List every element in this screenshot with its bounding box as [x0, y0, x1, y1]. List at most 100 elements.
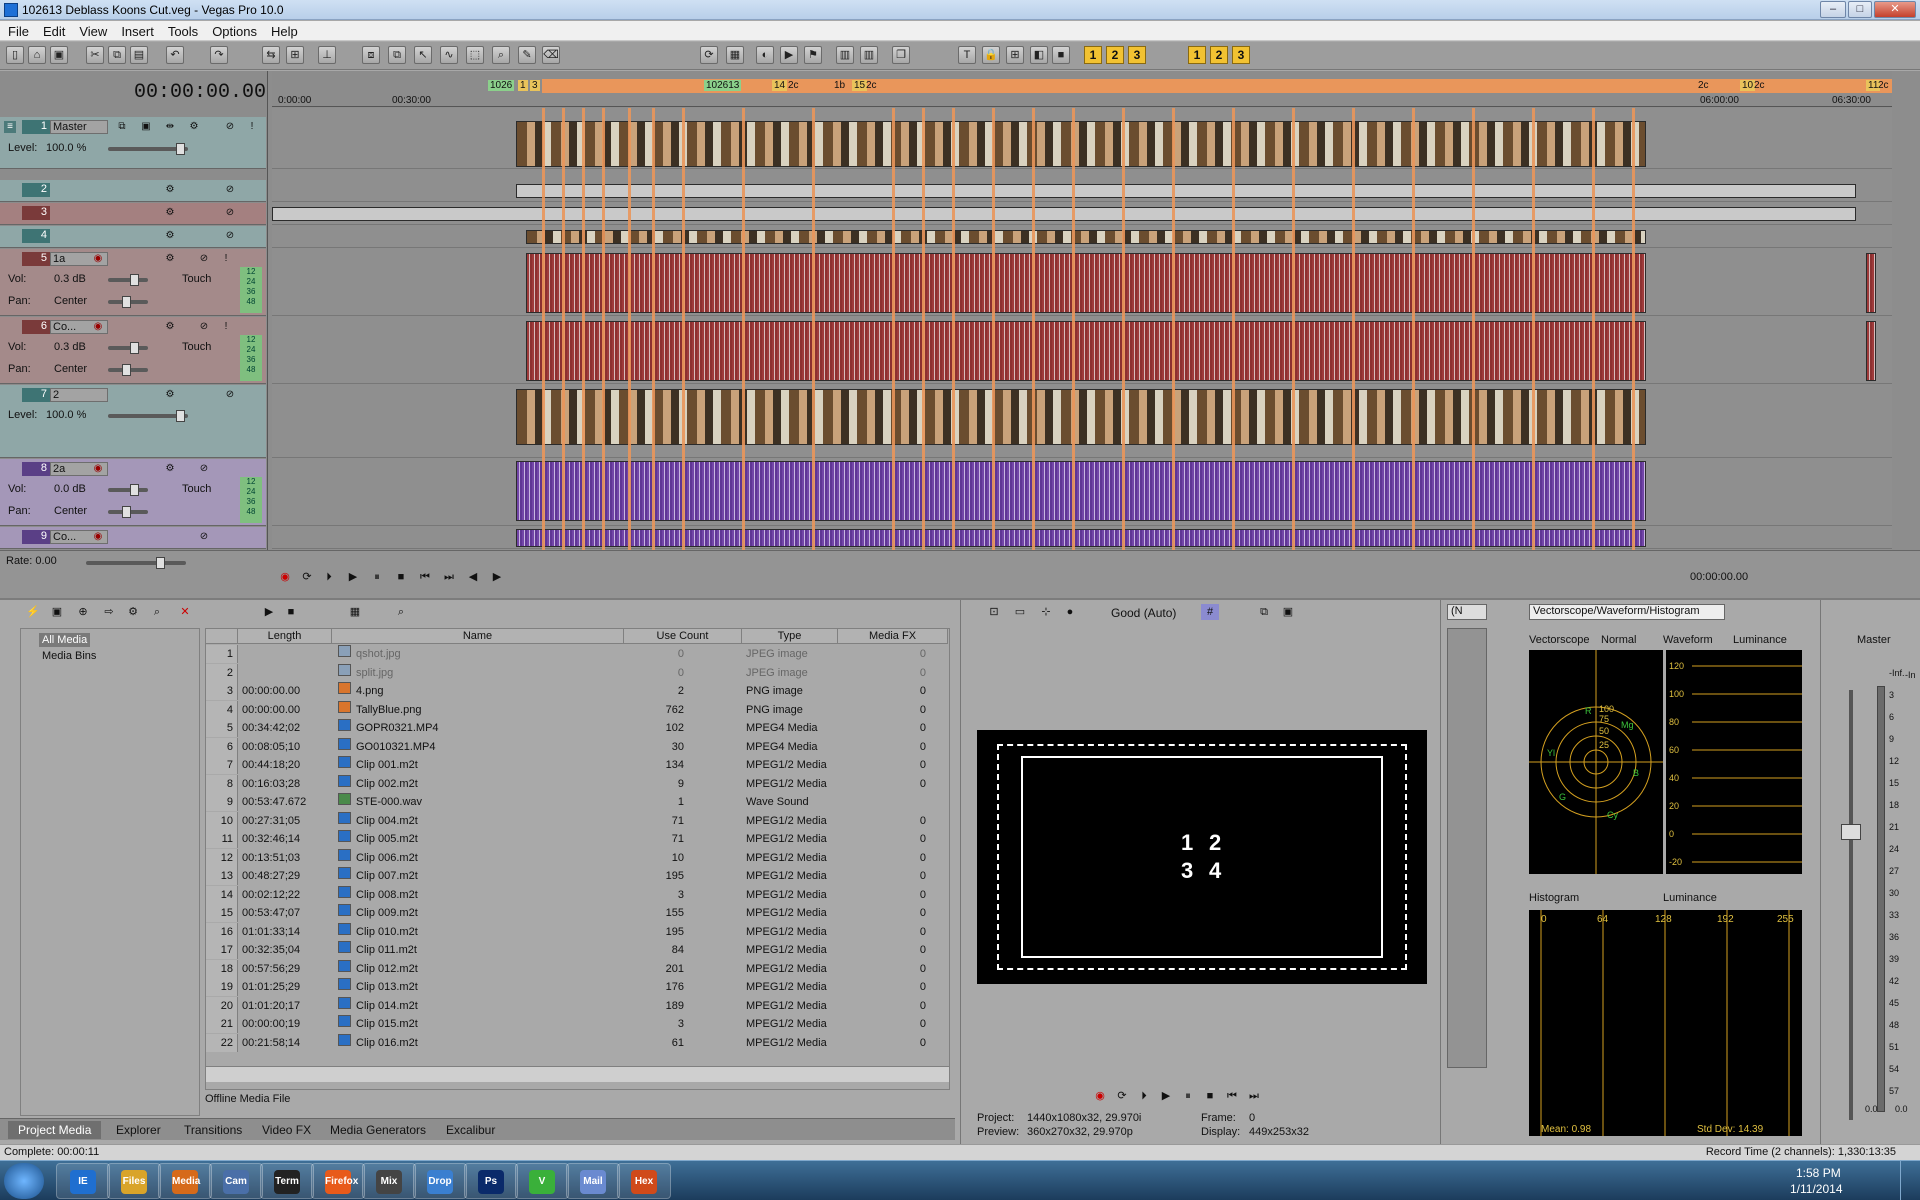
menu-tools[interactable]: Tools: [160, 21, 204, 40]
record-arm-icon[interactable]: ◉: [92, 531, 104, 543]
marker-label[interactable]: 2c: [1752, 80, 1767, 91]
layout-1b-button[interactable]: 1: [1188, 46, 1206, 64]
cut-icon[interactable]: ✂: [86, 46, 104, 64]
mute-icon[interactable]: ⊘: [224, 207, 236, 219]
color-icon[interactable]: ◧: [1030, 46, 1048, 64]
media-row[interactable]: 4 00:00:00.00 TallyBlue.png 762 PNG image 0: [206, 700, 949, 719]
vectorscope-mode[interactable]: Normal: [1601, 634, 1636, 646]
level-slider[interactable]: [108, 410, 188, 422]
video-clip[interactable]: [516, 184, 1856, 198]
lock-envelopes-icon[interactable]: ⊥: [318, 46, 336, 64]
preview-loop-button[interactable]: ⟳: [1113, 1088, 1131, 1104]
marker-label[interactable]: 3: [530, 80, 540, 91]
marker-label[interactable]: 14: [772, 80, 788, 91]
track-fx-icon[interactable]: ⚙: [188, 121, 200, 133]
clock-time[interactable]: 1:58 PM: [1796, 1166, 1841, 1180]
timecode-display[interactable]: 00:00:00.00: [120, 81, 266, 104]
pan-slider[interactable]: [108, 506, 148, 518]
taskbar-app-icon[interactable]: Cam: [209, 1163, 263, 1199]
new-project-icon[interactable]: ▯: [6, 46, 24, 64]
prev-frame-button[interactable]: ◀: [464, 569, 482, 585]
taskbar-app-icon[interactable]: Hex: [617, 1163, 671, 1199]
media-row[interactable]: 19 01:01:25;29 Clip 013.m2t 176 MPEG1/2 Medi…: [206, 978, 949, 996]
stop-media-icon[interactable]: ■: [282, 604, 300, 620]
media-fx-icon[interactable]: ⚙: [124, 604, 142, 620]
solo-icon[interactable]: !: [220, 253, 232, 265]
zoom-tool-icon[interactable]: ⌕: [492, 46, 510, 64]
vol-slider[interactable]: [108, 342, 148, 354]
scope-small-dropdown[interactable]: (N: [1447, 604, 1487, 620]
record-button[interactable]: ◉: [276, 569, 294, 585]
pan-slider[interactable]: [108, 364, 148, 376]
tab-transitions[interactable]: Transitions: [174, 1121, 252, 1139]
mute-icon[interactable]: ⊘: [198, 463, 210, 475]
record-arm-icon[interactable]: ◉: [92, 463, 104, 475]
audio-clip[interactable]: [1866, 321, 1876, 381]
media-row[interactable]: 20 01:01:20;17 Clip 014.m2t 189 MPEG1/2 Medi…: [206, 996, 949, 1015]
selection-tool-icon[interactable]: ⬚: [466, 46, 484, 64]
preview-quality-dropdown[interactable]: Good (Auto): [1111, 606, 1176, 620]
tab-explorer[interactable]: Explorer: [106, 1121, 171, 1139]
lane-6[interactable]: [272, 317, 1892, 384]
split-screen-icon[interactable]: ⊹: [1037, 604, 1055, 620]
media-row[interactable]: 10 00:27:31;05 Clip 004.m2t 71 MPEG1/2 Media…: [206, 811, 949, 830]
marker-label[interactable]: 2c: [786, 80, 801, 91]
track-motion-icon[interactable]: ▣: [140, 121, 152, 133]
mute-icon[interactable]: ⊘: [224, 230, 236, 242]
save-icon[interactable]: ▣: [50, 46, 68, 64]
mute-icon[interactable]: ⊘: [224, 184, 236, 196]
lane-9[interactable]: [272, 527, 1892, 549]
snap-icon[interactable]: ⊞: [286, 46, 304, 64]
track-lanes[interactable]: [272, 108, 1892, 550]
start-button-icon[interactable]: [4, 1163, 44, 1199]
track-fx-icon[interactable]: ⚙: [164, 321, 176, 333]
lane-3[interactable]: [272, 203, 1892, 225]
mute-icon[interactable]: ⊘: [224, 389, 236, 401]
vol-slider[interactable]: [108, 484, 148, 496]
time-ruler[interactable]: 0:00:00 00:30:00 06:00:00 06:30:00 1026 …: [272, 71, 1892, 107]
rate-slider[interactable]: [86, 557, 186, 569]
media-row[interactable]: 8 00:16:03;28 Clip 002.m2t 9 MPEG1/2 Media 0: [206, 774, 949, 793]
pause-button[interactable]: ⏸: [368, 569, 386, 585]
audio-clip[interactable]: [1866, 253, 1876, 313]
auto-ripple-icon[interactable]: ⇆: [262, 46, 280, 64]
taskbar-app-icon[interactable]: IE: [56, 1163, 110, 1199]
undo-icon[interactable]: ↶: [166, 46, 184, 64]
go-to-end-button[interactable]: ⏭: [440, 569, 458, 585]
audio-clip[interactable]: [526, 321, 1646, 381]
lane-7[interactable]: [272, 385, 1892, 458]
film2-icon[interactable]: ▥: [860, 46, 878, 64]
media-row[interactable]: 15 00:53:47;07 Clip 009.m2t 155 MPEG1/2 Medi…: [206, 904, 949, 922]
track-8-header[interactable]: 8 2a ◉ ⚙ ⊘ Vol: 0.0 dB Touch Pan: Center…: [0, 459, 266, 526]
burn-icon[interactable]: ◐: [756, 46, 774, 64]
level-slider[interactable]: [108, 143, 188, 155]
text-icon[interactable]: T: [958, 46, 976, 64]
menu-edit[interactable]: Edit: [35, 21, 71, 40]
marker-label[interactable]: 1: [518, 80, 528, 91]
marker-label[interactable]: 1b: [832, 80, 847, 91]
preview-end-button[interactable]: ⏭: [1245, 1088, 1263, 1104]
media-row[interactable]: 5 00:34:42;02 GOPR0321.MP4 102 MPEG4 Media 0: [206, 719, 949, 737]
grouping-icon[interactable]: ⧈: [362, 46, 380, 64]
refresh-icon[interactable]: ⟳: [700, 46, 718, 64]
film-icon[interactable]: ▥: [836, 46, 854, 64]
capture-icon[interactable]: ▶: [780, 46, 798, 64]
taskbar-app-icon[interactable]: Firefox: [311, 1163, 365, 1199]
layout-1-button[interactable]: 1: [1084, 46, 1102, 64]
menu-view[interactable]: View: [71, 21, 113, 40]
media-row[interactable]: 12 00:13:51;03 Clip 006.m2t 10 MPEG1/2 Media…: [206, 848, 949, 867]
preview-stop-button[interactable]: ■: [1201, 1088, 1219, 1104]
grid-icon[interactable]: ⊞: [1006, 46, 1024, 64]
mute-icon[interactable]: ⊘: [198, 253, 210, 265]
layout-2b-button[interactable]: 2: [1210, 46, 1228, 64]
lane-5[interactable]: [272, 249, 1892, 316]
track-2-header[interactable]: 2 ⚙ ⊘: [0, 180, 266, 202]
menu-insert[interactable]: Insert: [113, 21, 160, 40]
track-5-header[interactable]: 5 1a ◉ ⚙ ⊘ ! Vol: 0.3 dB Touch Pan: Cent…: [0, 249, 266, 316]
track-expand-icon[interactable]: ≡: [4, 121, 16, 133]
record-arm-icon[interactable]: ◉: [92, 253, 104, 265]
layout-2-button[interactable]: 2: [1106, 46, 1124, 64]
tab-project-media[interactable]: Project Media: [8, 1121, 102, 1139]
composite-mode-icon[interactable]: ⇹: [164, 121, 176, 133]
track-fx-icon[interactable]: ⚙: [164, 253, 176, 265]
